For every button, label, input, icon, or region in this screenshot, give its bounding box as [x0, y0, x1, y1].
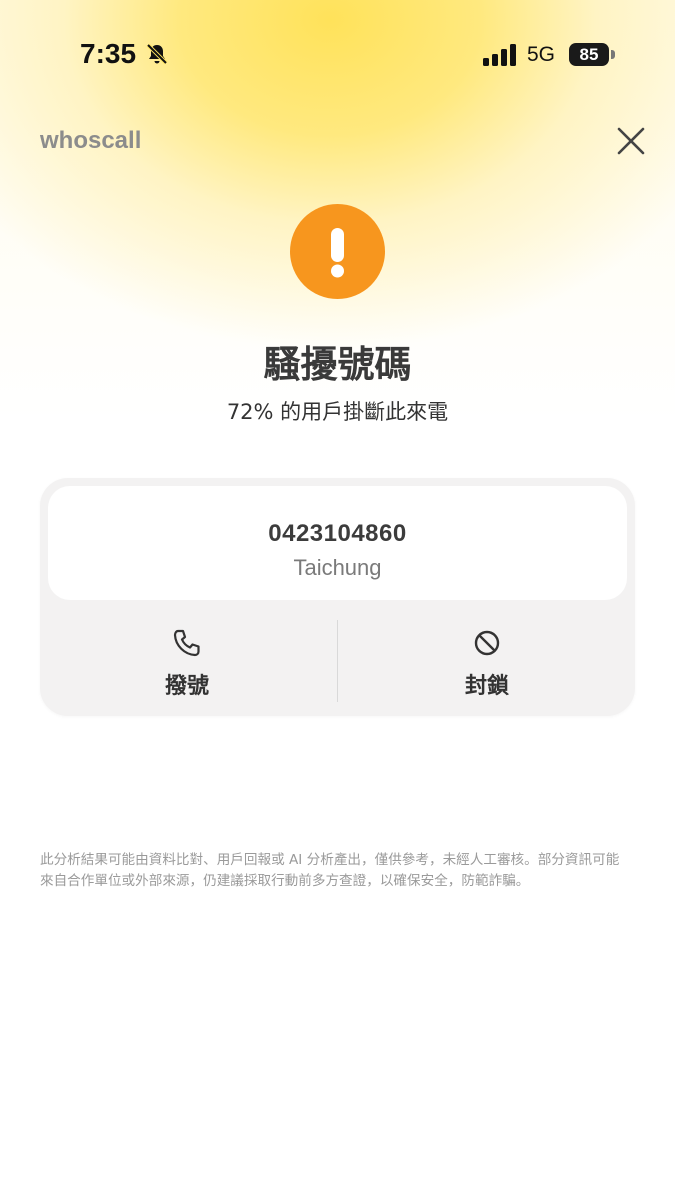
app-logo: whoscall: [40, 127, 142, 154]
call-button[interactable]: 撥號: [62, 606, 312, 702]
block-label: 封鎖: [464, 674, 509, 699]
caller-location: Taichung: [293, 555, 382, 580]
action-divider: [337, 620, 338, 702]
disclaimer-text: 此分析結果可能由資料比對、用戶回報或 AI 分析產出，僅供參考，未經人工審核。部…: [40, 852, 620, 889]
network-type: 5G: [527, 43, 556, 66]
caller-info: 0423104860 Taichung: [48, 486, 627, 600]
phone-number: 0423104860: [268, 520, 407, 547]
caller-card: 0423104860 Taichung 撥號 封鎖: [40, 478, 635, 716]
status-bar: 7:35 5G 85: [0, 0, 675, 110]
battery-tip: [611, 50, 615, 59]
result-subtitle: 72% 的用戶掛斷此來電: [226, 400, 449, 424]
exclamation-icon: [331, 228, 344, 278]
bell-muted-icon: [146, 43, 168, 65]
block-icon: [474, 630, 500, 656]
block-button[interactable]: 封鎖: [362, 606, 612, 702]
call-label: 撥號: [164, 674, 209, 699]
battery-level: 85: [569, 43, 609, 66]
warning-badge: [290, 204, 385, 299]
close-icon[interactable]: [613, 123, 649, 159]
phone-icon: [173, 629, 200, 657]
cellular-signal-icon: [483, 44, 516, 66]
status-time: 7:35: [80, 38, 137, 69]
result-title: 騷擾號碼: [263, 343, 412, 386]
